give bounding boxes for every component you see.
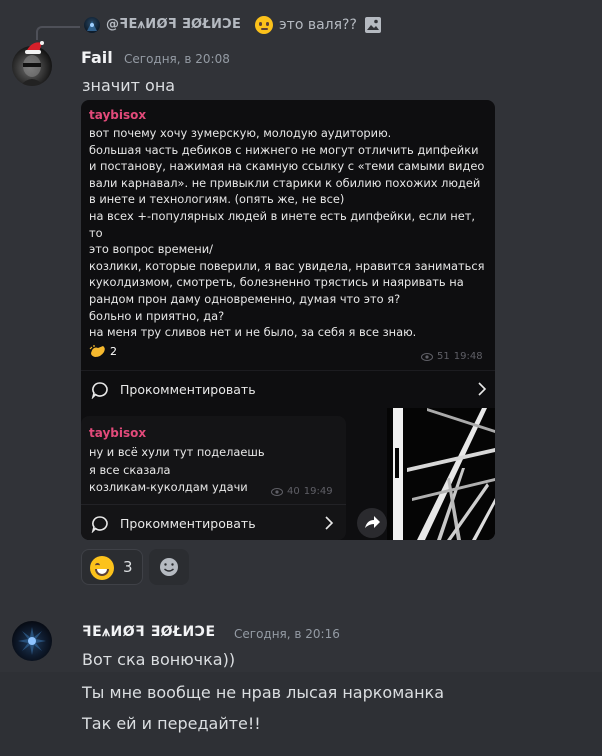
reply-connector — [36, 26, 80, 40]
post-card: taybisox ну и всё хули тут поделаешь я в… — [81, 416, 346, 540]
grinning-face-icon — [90, 556, 114, 580]
post-views: 40 — [287, 486, 300, 497]
reaction-grinning[interactable]: 3 — [81, 549, 143, 585]
post-author: taybisox — [89, 426, 147, 440]
thinking-face-icon — [255, 16, 273, 34]
clapping-hands-icon — [89, 345, 105, 357]
santa-hat-icon — [25, 41, 44, 54]
comment-label: Прокомментировать — [120, 516, 256, 531]
message-text: значит она — [82, 76, 176, 95]
add-reaction-icon — [160, 558, 178, 576]
chevron-right-icon — [478, 382, 487, 396]
message-timestamp: Сегодня, в 20:08 — [124, 52, 230, 66]
message-text: Так ей и передайте!! — [82, 714, 261, 733]
comment-icon — [91, 382, 108, 399]
post-meta: 51 19:48 — [421, 351, 483, 362]
share-button[interactable] — [357, 508, 387, 538]
reply-text[interactable]: это валя?? — [279, 17, 357, 33]
message-timestamp: Сегодня, в 20:16 — [234, 627, 340, 641]
share-arrow-icon — [365, 516, 380, 528]
avatar[interactable] — [12, 621, 52, 661]
comment-icon — [91, 516, 108, 533]
post-time: 19:49 — [303, 486, 333, 497]
message-author[interactable]: ꟻE⩚ИØꟻ ƎØŁИƆE — [82, 624, 216, 640]
comment-label: Прокомментировать — [120, 382, 256, 397]
add-reaction-button[interactable] — [149, 549, 189, 585]
views-icon — [271, 487, 283, 496]
reaction-count: 3 — [123, 558, 133, 576]
comment-bar: Прокомментировать — [81, 370, 495, 407]
post-meta: 40 19:49 — [271, 486, 333, 497]
post-author: taybisox — [89, 108, 147, 122]
message-text: Вот ска вонючка)) — [82, 650, 236, 669]
post-time: 19:48 — [453, 351, 483, 362]
reply-avatar[interactable] — [84, 17, 100, 33]
views-icon — [421, 352, 433, 361]
message-author[interactable]: Fail — [81, 48, 113, 67]
post-body: вот почему хочу зумерскую, молодую аудит… — [89, 126, 485, 340]
post-views: 51 — [437, 351, 450, 362]
comment-bar: Прокомментировать — [81, 504, 346, 540]
post-photo — [387, 408, 495, 540]
image-icon[interactable] — [364, 16, 382, 34]
message-text: Ты мне вообще не нрав лысая наркоманка — [82, 683, 445, 702]
post-reaction: 2 — [89, 342, 117, 360]
post-reaction-count: 2 — [110, 344, 117, 358]
chevron-right-icon — [325, 516, 334, 530]
embedded-image[interactable]: taybisox вот почему хочу зумерскую, моло… — [81, 100, 495, 540]
reply-author[interactable]: @ꟻE⩚ИØꟻ ƎØŁИƆE — [106, 17, 241, 32]
